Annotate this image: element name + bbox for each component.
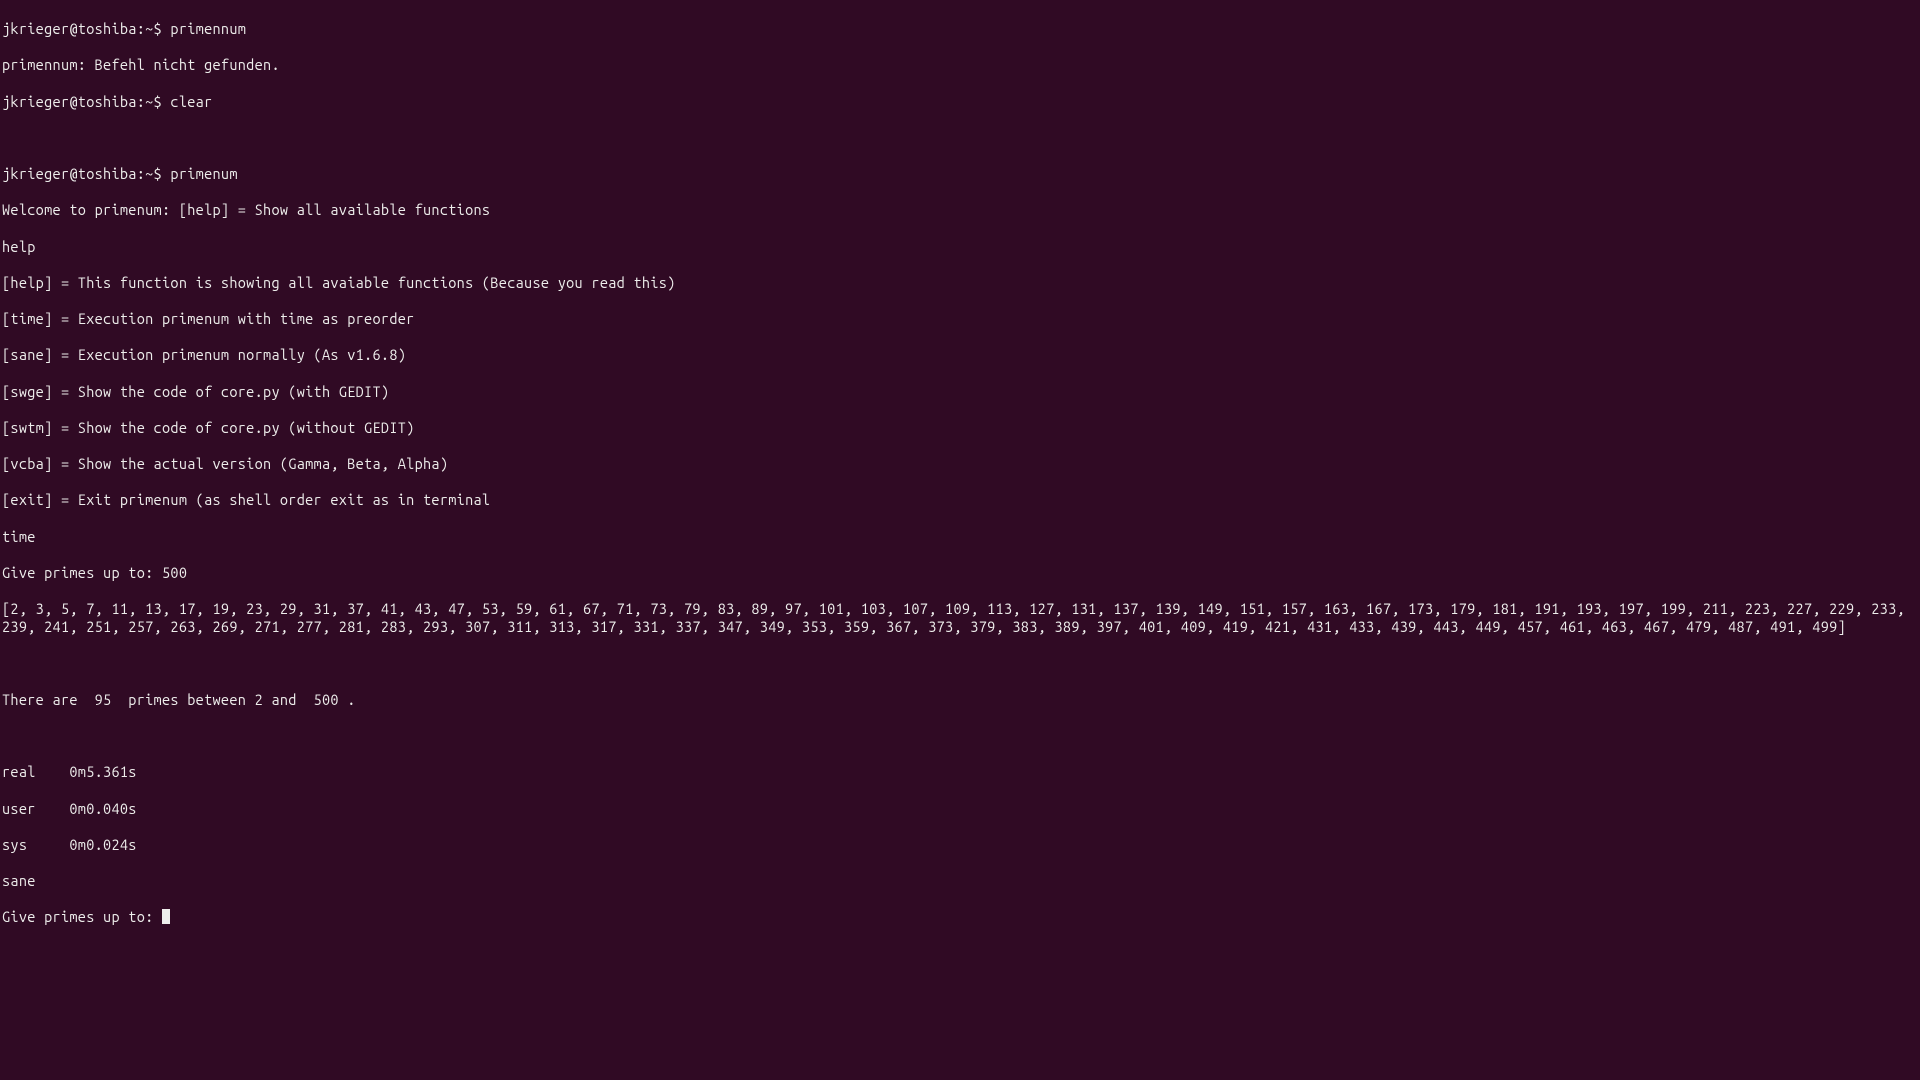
- primes-prompt-text: Give primes up to:: [2, 908, 162, 925]
- terminal-cursor[interactable]: [162, 909, 170, 924]
- blank-line: [2, 655, 1918, 673]
- terminal-output[interactable]: jkrieger@toshiba:~$ primennum primennum:…: [2, 2, 1918, 945]
- error-line: primennum: Befehl nicht gefunden.: [2, 56, 1918, 74]
- primes-count-line: There are 95 primes between 2 and 500 .: [2, 691, 1918, 709]
- user-input-help: help: [2, 238, 1918, 256]
- command-text: clear: [170, 93, 212, 110]
- primes-prompt-active: Give primes up to:: [2, 908, 1918, 926]
- blank-line: [2, 727, 1918, 745]
- prompt-line-1: jkrieger@toshiba:~$ primennum: [2, 20, 1918, 38]
- help-description-exit: [exit] = Exit primenum (as shell order e…: [2, 491, 1918, 509]
- help-description-sane: [sane] = Execution primenum normally (As…: [2, 346, 1918, 364]
- blank-line: [2, 129, 1918, 147]
- help-description-swtm: [swtm] = Show the code of core.py (witho…: [2, 419, 1918, 437]
- welcome-line: Welcome to primenum: [help] = Show all a…: [2, 201, 1918, 219]
- shell-prompt: jkrieger@toshiba:~$: [2, 165, 170, 182]
- primes-list-output: [2, 3, 5, 7, 11, 13, 17, 19, 23, 29, 31,…: [2, 600, 1918, 636]
- time-sys-line: sys 0m0.024s: [2, 836, 1918, 854]
- prompt-line-2: jkrieger@toshiba:~$ clear: [2, 93, 1918, 111]
- time-user-line: user 0m0.040s: [2, 800, 1918, 818]
- shell-prompt: jkrieger@toshiba:~$: [2, 93, 170, 110]
- primes-prompt-500: Give primes up to: 500: [2, 564, 1918, 582]
- help-description-help: [help] = This function is showing all av…: [2, 274, 1918, 292]
- help-description-swge: [swge] = Show the code of core.py (with …: [2, 383, 1918, 401]
- command-text: primennum: [170, 20, 246, 37]
- help-description-time: [time] = Execution primenum with time as…: [2, 310, 1918, 328]
- help-description-vcba: [vcba] = Show the actual version (Gamma,…: [2, 455, 1918, 473]
- user-input-time: time: [2, 528, 1918, 546]
- user-input-sane: sane: [2, 872, 1918, 890]
- prompt-line-3: jkrieger@toshiba:~$ primenum: [2, 165, 1918, 183]
- time-real-line: real 0m5.361s: [2, 763, 1918, 781]
- shell-prompt: jkrieger@toshiba:~$: [2, 20, 170, 37]
- command-text: primenum: [170, 165, 237, 182]
